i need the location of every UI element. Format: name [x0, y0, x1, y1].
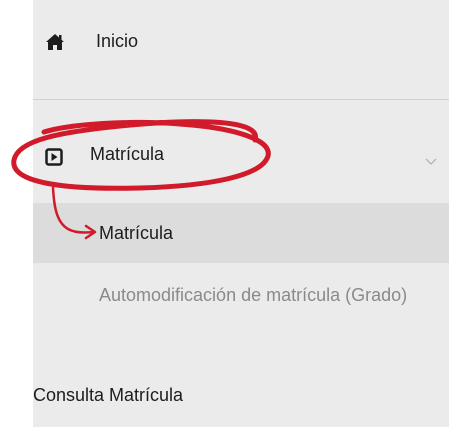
sidebar-item-label: Matrícula: [90, 144, 165, 164]
sidebar-item-inicio[interactable]: Inicio: [33, 0, 449, 100]
sidebar-item-matricula[interactable]: Matrícula: [33, 100, 449, 203]
submenu-item-automodificacion[interactable]: Automodificación de matrícula (Grado): [33, 263, 449, 363]
submenu-item-label: Matrícula: [99, 223, 174, 243]
sidebar-item-label: Inicio: [96, 31, 139, 51]
sidebar-item-consulta-matricula[interactable]: Consulta Matrícula: [33, 363, 449, 427]
home-icon: [45, 33, 65, 56]
play-square-icon: [45, 148, 63, 171]
submenu-item-matricula[interactable]: Matrícula: [33, 203, 449, 263]
sidebar-menu: Inicio Matrícula Matrícula Automodificac…: [33, 0, 449, 427]
chevron-down-icon[interactable]: [425, 150, 437, 171]
submenu-item-label: Automodificación de matrícula (Grado): [99, 285, 408, 305]
sidebar-item-label: Consulta Matrícula: [33, 385, 184, 405]
